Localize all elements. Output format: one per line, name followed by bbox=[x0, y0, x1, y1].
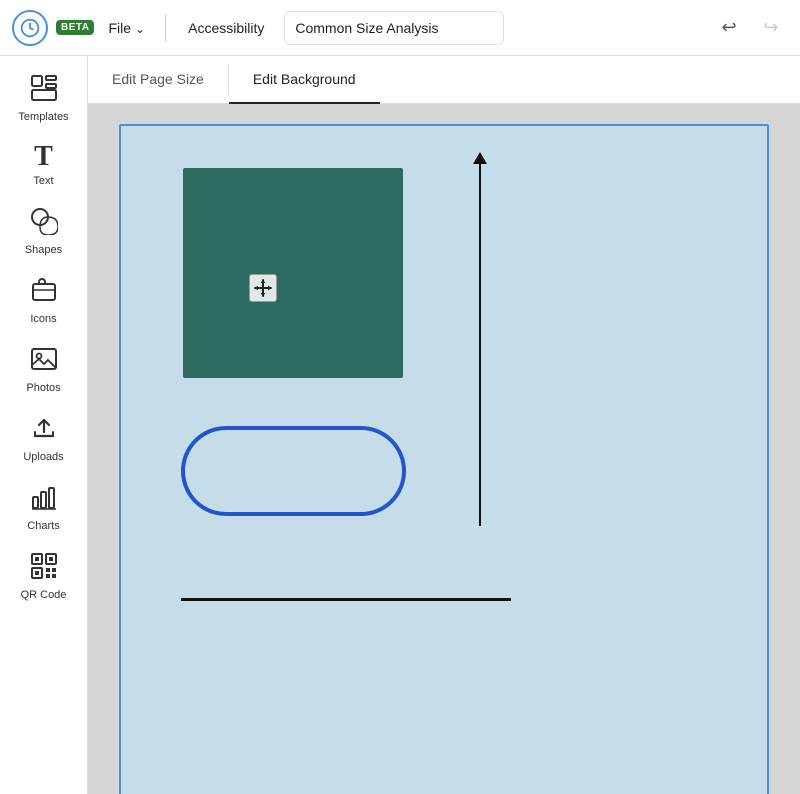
sidebar-item-label: Text bbox=[33, 175, 53, 187]
canvas-area[interactable] bbox=[88, 104, 800, 794]
topbar-divider bbox=[165, 14, 166, 42]
sidebar-item-label: QR Code bbox=[21, 589, 67, 601]
undo-icon: ↩ bbox=[721, 17, 736, 38]
sidebar-item-templates[interactable]: Templates bbox=[4, 64, 84, 131]
vertical-arrow-line[interactable] bbox=[479, 156, 481, 526]
green-rectangle-shape[interactable] bbox=[183, 168, 403, 378]
sidebar-item-uploads[interactable]: Uploads bbox=[4, 404, 84, 471]
sidebar-item-label: Shapes bbox=[25, 244, 62, 256]
page-canvas[interactable] bbox=[119, 124, 769, 794]
sidebar-item-charts[interactable]: Charts bbox=[4, 473, 84, 540]
sidebar-item-icons[interactable]: Icons bbox=[4, 266, 84, 333]
shapes-icon bbox=[30, 207, 58, 240]
undo-button[interactable]: ↩ bbox=[712, 11, 746, 45]
main-layout: Templates T Text Shapes bbox=[0, 56, 800, 794]
beta-badge: BETA bbox=[56, 20, 94, 35]
templates-icon bbox=[30, 74, 58, 107]
app-logo bbox=[12, 10, 48, 46]
qr-code-icon bbox=[30, 552, 58, 585]
sidebar-item-label: Templates bbox=[18, 111, 68, 123]
redo-button[interactable]: ↪ bbox=[754, 11, 788, 45]
sidebar-item-photos[interactable]: Photos bbox=[4, 335, 84, 402]
chevron-down-icon bbox=[135, 20, 145, 36]
accessibility-button[interactable]: Accessibility bbox=[180, 16, 272, 40]
move-cursor-icon bbox=[249, 274, 277, 302]
tab-bar: Edit Page Size Edit Background bbox=[88, 56, 800, 104]
photos-icon bbox=[30, 345, 58, 378]
tab-edit-page-size[interactable]: Edit Page Size bbox=[88, 56, 228, 104]
tab-edit-background[interactable]: Edit Background bbox=[229, 56, 380, 104]
sidebar-item-label: Photos bbox=[26, 382, 60, 394]
uploads-icon bbox=[30, 414, 58, 447]
topbar: BETA File Accessibility ↩ ↪ bbox=[0, 0, 800, 56]
document-title-input[interactable] bbox=[284, 11, 504, 45]
sidebar-item-text[interactable]: T Text bbox=[4, 133, 84, 195]
charts-icon bbox=[30, 483, 58, 516]
file-menu-button[interactable]: File bbox=[102, 16, 151, 40]
sidebar-item-label: Icons bbox=[30, 313, 56, 325]
right-panel: Edit Page Size Edit Background bbox=[88, 56, 800, 794]
text-icon: T bbox=[34, 143, 53, 171]
oval-shape[interactable] bbox=[181, 426, 406, 516]
sidebar: Templates T Text Shapes bbox=[0, 56, 88, 794]
icons-icon bbox=[30, 276, 58, 309]
sidebar-item-qr-code[interactable]: QR Code bbox=[4, 542, 84, 609]
horizontal-line[interactable] bbox=[181, 598, 511, 601]
sidebar-item-label: Uploads bbox=[23, 451, 63, 463]
redo-icon: ↪ bbox=[763, 17, 778, 38]
sidebar-item-shapes[interactable]: Shapes bbox=[4, 197, 84, 264]
sidebar-item-label: Charts bbox=[27, 520, 59, 532]
